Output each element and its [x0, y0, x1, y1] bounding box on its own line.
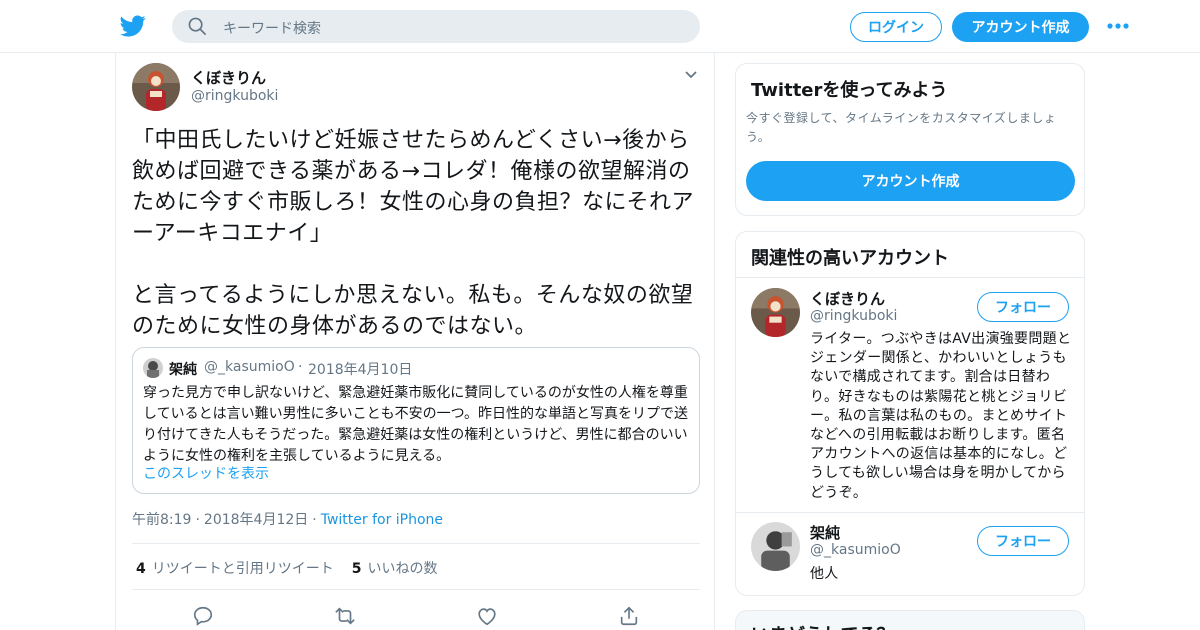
tweet-text: 「中田氏したいけど妊娠させたらめんどくさい→後から飲めば回避できる薬がある→コレ…	[132, 128, 695, 339]
quoted-tweet[interactable]: 架純 @_kasumioO · 2018年4月10日 穿った見方で申し訳ないけど…	[132, 347, 700, 494]
related-accounts-card: 関連性の高いアカウント くぼきりん @ringkuboki フォロー ライター。…	[735, 231, 1085, 596]
signup-card-button[interactable]: アカウント作成	[746, 161, 1075, 201]
search-box[interactable]: キーワード検索	[172, 10, 700, 43]
meta-separator: ·	[195, 512, 200, 528]
reply-icon[interactable]	[192, 605, 214, 627]
quoted-avatar-image	[143, 358, 163, 378]
like-stat[interactable]: 5 いいねの数	[352, 561, 438, 577]
trends-card: いまどうしてる？	[735, 610, 1085, 630]
search-icon	[188, 17, 206, 35]
like-count: 5	[351, 561, 362, 577]
search-input-placeholder[interactable]: キーワード検索	[223, 18, 321, 38]
tweet-detail-column: くぼきりん @ringkuboki 「中田氏したいけど妊娠させたらめんどくさい→…	[115, 53, 715, 630]
login-button[interactable]: ログイン	[850, 12, 942, 42]
signup-button[interactable]: アカウント作成	[952, 12, 1089, 42]
tweet-time[interactable]: 午前8:19	[132, 512, 191, 528]
quoted-date: 2018年4月10日	[308, 362, 413, 378]
avatar[interactable]	[751, 522, 800, 571]
quoted-separator: ·	[298, 359, 303, 375]
tweet-author-name[interactable]: くぼきりん	[191, 67, 266, 88]
account-name[interactable]: くぼきりん	[810, 288, 885, 309]
tweet-stats: 4 リツイートと引用リツイート 5 いいねの数	[136, 558, 438, 578]
chevron-down-icon[interactable]	[684, 70, 698, 80]
follow-button[interactable]: フォロー	[977, 292, 1069, 322]
quoted-avatar	[143, 358, 163, 378]
retweet-stat[interactable]: 4 リツイートと引用リツイート	[136, 561, 334, 577]
avatar[interactable]	[132, 63, 180, 111]
meta-separator: ·	[312, 512, 317, 528]
like-heart-icon[interactable]	[476, 605, 498, 627]
account-name[interactable]: 架純	[810, 522, 840, 543]
avatar-image	[751, 288, 800, 337]
more-options-icon[interactable]	[1107, 22, 1129, 30]
account-bio: 他人	[810, 566, 839, 582]
share-icon[interactable]	[618, 605, 640, 627]
twitter-bird-logo-icon[interactable]	[120, 13, 146, 39]
divider	[132, 543, 700, 544]
signup-card: Twitterを使ってみよう 今すぐ登録して、タイムラインをカスタマイズしましょ…	[735, 63, 1085, 216]
top-nav-bar: キーワード検索 ログイン アカウント作成	[0, 0, 1200, 53]
like-label: いいねの数	[367, 561, 438, 577]
tweet-source-link[interactable]: Twitter for iPhone	[321, 512, 443, 528]
quoted-author-handle: @_kasumioO	[204, 359, 295, 375]
retweet-label: リツイートと引用リツイート	[151, 561, 334, 577]
related-accounts-title: 関連性の高いアカウント	[751, 248, 949, 269]
tweet-date[interactable]: 2018年4月12日	[204, 512, 308, 528]
divider	[132, 589, 700, 590]
divider	[736, 512, 1084, 513]
quoted-author-name: 架純	[169, 362, 197, 378]
account-handle[interactable]: @ringkuboki	[810, 308, 897, 324]
retweet-count: 4	[136, 561, 146, 577]
signup-card-description: 今すぐ登録して、タイムラインをカスタマイズしましょう。	[746, 111, 1057, 144]
account-handle[interactable]: @_kasumioO	[810, 542, 901, 558]
quoted-text: 穿った見方で申し訳ないけど、緊急避妊薬市販化に賛同しているのが女性の人権を尊重し…	[143, 385, 689, 464]
show-thread-link[interactable]: このスレッドを表示	[143, 463, 269, 483]
account-bio: ライター。つぶやきはAV出演強要問題とジェンダー関係と、かわいいとしょうもないで…	[810, 331, 1072, 501]
tweet-metadata: 午前8:19 · 2018年4月12日 · Twitter for iPhone	[132, 509, 443, 529]
follow-button[interactable]: フォロー	[977, 526, 1069, 556]
signup-card-title: Twitterを使ってみよう	[751, 80, 948, 101]
avatar[interactable]	[751, 288, 800, 337]
divider	[736, 277, 1084, 278]
trends-title: いまどうしてる？	[751, 621, 894, 630]
retweet-icon[interactable]	[334, 605, 356, 627]
avatar-image	[132, 63, 180, 111]
tweet-actions	[190, 605, 650, 630]
avatar-image	[751, 522, 800, 571]
tweet-author-handle[interactable]: @ringkuboki	[191, 88, 278, 104]
